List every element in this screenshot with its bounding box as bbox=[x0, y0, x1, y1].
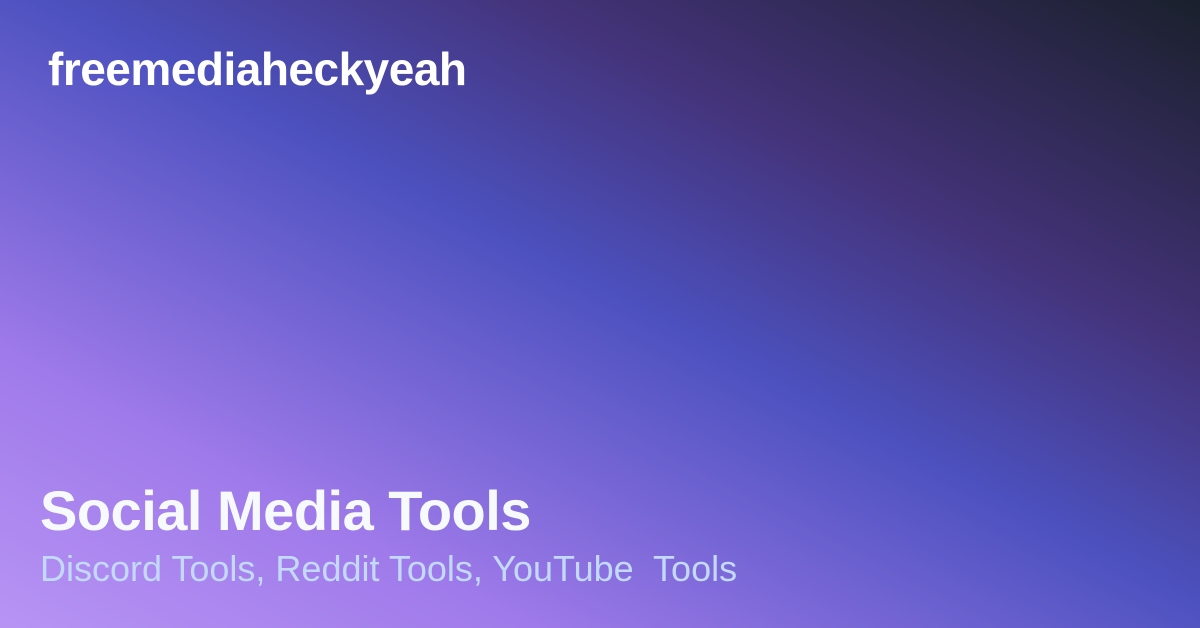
social-card: freemediaheckyeah Social Media Tools Dis… bbox=[0, 0, 1200, 628]
page-title: Social Media Tools bbox=[40, 479, 531, 542]
page-subtitle: Discord Tools, Reddit Tools, YouTube Too… bbox=[40, 548, 738, 589]
site-brand: freemediaheckyeah bbox=[48, 43, 467, 95]
